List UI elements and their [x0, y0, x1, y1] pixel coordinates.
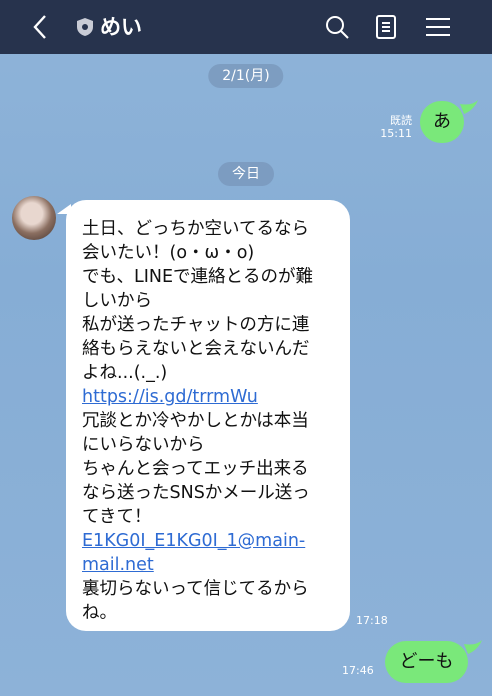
date-divider: 2/1(月): [208, 64, 284, 88]
message-line: ね。: [82, 603, 117, 623]
message-line: 私が送ったチャットの方に連: [82, 315, 310, 335]
bubble-tail: [460, 100, 478, 114]
sent-message-bubble[interactable]: どーも: [385, 641, 468, 683]
menu-icon[interactable]: [423, 12, 453, 42]
message-line: よね...(._.): [82, 363, 168, 383]
bubble-tail: [57, 204, 71, 214]
bubble-tail: [464, 640, 482, 654]
message-time: 15:11: [380, 127, 412, 140]
message-line: しいから: [82, 291, 152, 311]
message-time: 17:46: [342, 664, 374, 677]
sent-message-bubble[interactable]: あ: [420, 101, 464, 143]
chat-header: めい: [0, 0, 492, 54]
message-line: ちゃんと会ってエッチ出来る: [82, 459, 309, 479]
email-link[interactable]: mail.net: [82, 553, 334, 577]
search-icon[interactable]: [322, 12, 352, 42]
message-line: でも、LINEで連絡とるのが難: [82, 267, 314, 287]
chevron-left-icon[interactable]: [26, 12, 56, 42]
message-meta: 既読 15:11: [380, 114, 412, 140]
read-label: 既読: [390, 114, 412, 127]
message-line: 会いたい！(o・ω・o): [82, 243, 255, 263]
message-text: あ: [433, 111, 451, 132]
message-line: にいらないから: [82, 435, 205, 455]
notes-icon[interactable]: [371, 12, 401, 42]
message-line: 裏切らないって信じてるから: [82, 579, 309, 599]
date-divider: 今日: [218, 162, 274, 186]
email-link[interactable]: E1KG0I_E1KG0I_1@main-: [82, 529, 334, 553]
message-line: 冗談とか冷やかしとかは本当: [82, 411, 309, 431]
shield-badge-icon: [77, 18, 93, 36]
message-line: 土日、どっちか空いてるなら: [82, 219, 309, 239]
contact-avatar[interactable]: [12, 196, 56, 240]
received-message-bubble[interactable]: 土日、どっちか空いてるなら 会いたい！(o・ω・o) でも、LINEで連絡とるの…: [57, 200, 350, 631]
message-text: どーも: [399, 651, 454, 672]
message-link[interactable]: https://is.gd/trrmWu: [82, 385, 334, 409]
message-time: 17:18: [356, 614, 388, 627]
message-line: なら送ったSNSかメール送っ: [82, 483, 310, 503]
message-line: てきて！: [82, 507, 152, 527]
message-line: 絡もらえないと会えないんだ: [82, 339, 310, 359]
contact-name[interactable]: めい: [100, 12, 142, 42]
